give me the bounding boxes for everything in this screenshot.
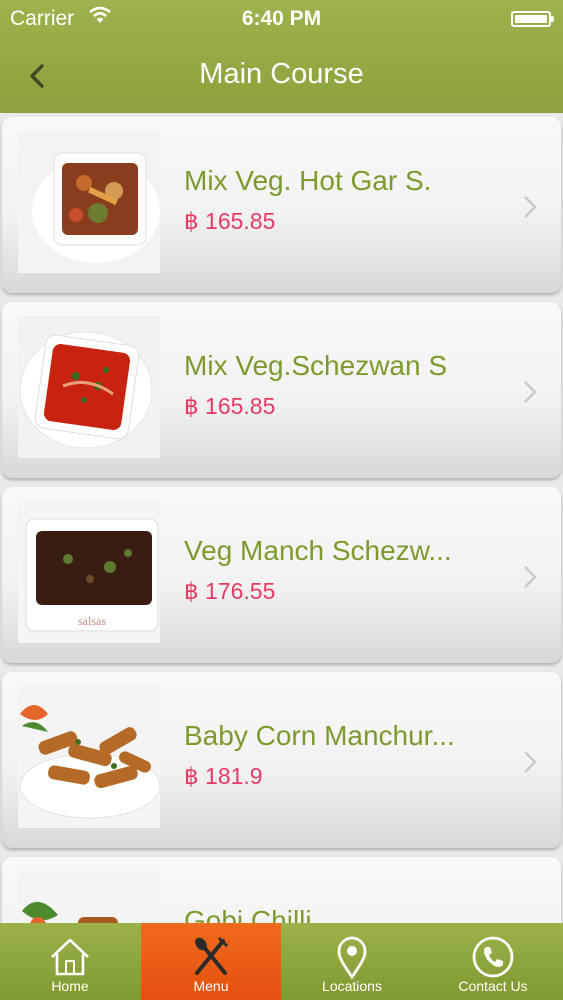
chevron-right-icon [524, 381, 537, 403]
item-price: ฿ 176.55 [184, 578, 276, 604]
tab-label: Home [51, 978, 89, 994]
item-name: Mix Veg. Hot Gar S. [184, 165, 432, 196]
item-name: Gobi Chilli [184, 905, 312, 923]
battery-icon [511, 11, 554, 27]
tab-label: Menu [193, 978, 229, 994]
page-title: Main Course [199, 58, 364, 90]
clock: 6:40 PM [241, 7, 322, 30]
tab-label: Locations [322, 978, 382, 994]
food-thumbnail [18, 316, 160, 458]
header: Carrier 6:40 PM Main Course [0, 0, 563, 113]
item-price: ฿ 165.85 [184, 393, 276, 419]
tab-label: Contact Us [458, 978, 528, 994]
menu-item[interactable]: Mix Veg. Hot Gar S. ฿ 165.85 [2, 117, 561, 293]
menu-item[interactable]: Gobi Chilli [2, 857, 561, 923]
tab-locations[interactable]: Locations [282, 923, 422, 1000]
item-name: Veg Manch Schezw... [184, 535, 452, 566]
item-name: Mix Veg.Schezwan S [184, 350, 448, 381]
food-thumbnail [18, 686, 160, 828]
phone-icon [472, 936, 514, 978]
tab-home[interactable]: Home [0, 923, 140, 1000]
tab-bar: Home Menu Locations Contact Us [0, 923, 563, 1000]
chevron-right-icon [524, 196, 537, 218]
fork-spoon-icon [195, 936, 229, 975]
item-price: ฿ 181.9 [184, 763, 263, 789]
chevron-right-icon [524, 566, 537, 588]
menu-item[interactable]: salsas Veg Manch Schezw... ฿ 176.55 [2, 487, 561, 663]
location-pin-icon [337, 936, 367, 979]
status-bar: Carrier 6:40 PM [0, 0, 563, 38]
chevron-right-icon [524, 751, 537, 773]
food-thumbnail: salsas [18, 501, 160, 643]
food-thumbnail [18, 131, 160, 273]
item-price: ฿ 165.85 [184, 208, 276, 234]
home-icon [51, 938, 89, 976]
food-thumbnail [18, 871, 160, 923]
item-name: Baby Corn Manchur... [184, 720, 455, 751]
menu-list[interactable]: Mix Veg. Hot Gar S. ฿ 165.85 Mix Veg.Sch… [0, 113, 563, 923]
svg-text:salsas: salsas [78, 614, 106, 628]
tab-menu[interactable]: Menu [141, 923, 281, 1000]
menu-item[interactable]: Baby Corn Manchur... ฿ 181.9 [2, 672, 561, 848]
menu-item[interactable]: Mix Veg.Schezwan S ฿ 165.85 [2, 302, 561, 478]
tab-contact-us[interactable]: Contact Us [423, 923, 563, 1000]
